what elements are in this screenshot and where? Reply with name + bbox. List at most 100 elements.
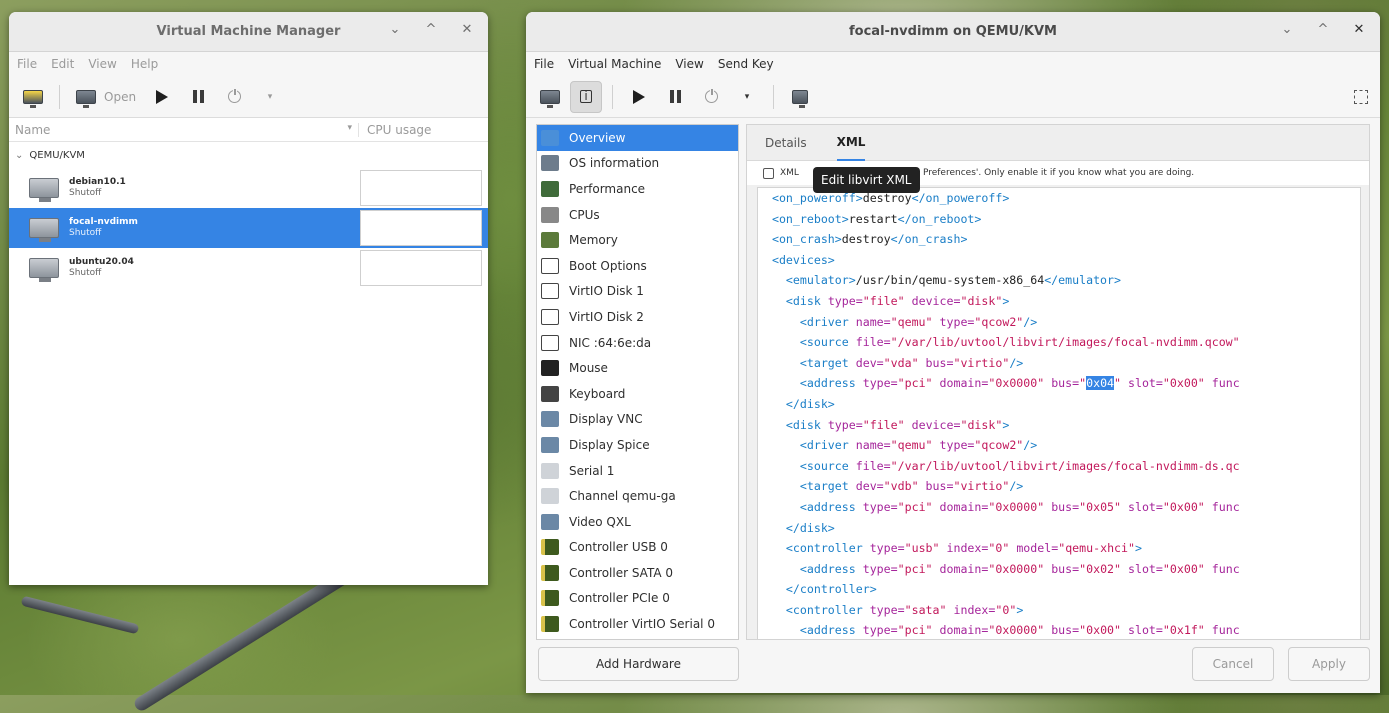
cpu-column-header[interactable]: CPU usage <box>358 122 488 137</box>
xml-token: "usb" <box>904 541 940 556</box>
run-button[interactable] <box>146 81 178 113</box>
add-hardware-button[interactable]: Add Hardware <box>538 647 739 681</box>
details-button[interactable]: i <box>570 80 602 113</box>
sidebar-item-boot-options[interactable]: Boot Options <box>537 253 738 279</box>
vm-state: Shutoff <box>69 268 102 278</box>
sidebar-item-serial-1[interactable]: Serial 1 <box>537 458 738 484</box>
menu-virtual-machine[interactable]: Virtual Machine <box>568 57 661 71</box>
sidebar-item-display-spice[interactable]: Display Spice <box>537 432 738 458</box>
xml-token: </emulator> <box>1044 273 1121 288</box>
connection-group[interactable]: ⌄ QEMU/KVM <box>9 142 488 168</box>
play-icon <box>156 89 169 104</box>
new-vm-button[interactable] <box>17 81 49 113</box>
menu-view[interactable]: View <box>88 57 116 71</box>
vm-details-window: focal-nvdimm on QEMU/KVM ⌄ ^ ✕ File Virt… <box>526 12 1380 693</box>
shutdown-menu-button[interactable]: ▾ <box>731 81 763 113</box>
xml-token: type= <box>820 293 863 308</box>
vm-row[interactable]: focal-nvdimm Shutoff <box>9 208 488 248</box>
tab-xml[interactable]: XML <box>836 125 866 161</box>
sidebar-item-controller-sata-0[interactable]: Controller SATA 0 <box>537 560 738 586</box>
maximize-icon[interactable]: ^ <box>1314 22 1332 37</box>
xml-token: "pci" <box>897 561 933 576</box>
vm-row[interactable]: ubuntu20.04 Shutoff <box>9 248 488 288</box>
menu-view[interactable]: View <box>675 57 703 71</box>
toolbar: i ▾ <box>526 76 1380 118</box>
chevron-down-icon: ▾ <box>267 91 273 102</box>
snapshots-button[interactable] <box>784 81 816 113</box>
close-icon[interactable]: ✕ <box>458 22 476 37</box>
shutdown-button[interactable] <box>218 81 250 113</box>
menu-send-key[interactable]: Send Key <box>718 57 774 71</box>
maximize-icon[interactable]: ^ <box>422 22 440 37</box>
sidebar-item-controller-pcie-0[interactable]: Controller PCIe 0 <box>537 586 738 612</box>
sidebar-item-label: Controller PCIe 0 <box>569 591 670 606</box>
xml-line: <address type="pci" domain="0x0000" bus=… <box>758 559 1360 580</box>
open-button[interactable]: Open <box>70 81 142 113</box>
shutdown-menu-button[interactable]: ▾ <box>254 81 286 113</box>
minimize-icon[interactable]: ⌄ <box>386 22 404 37</box>
shutdown-button[interactable] <box>695 81 727 113</box>
sidebar-item-mouse[interactable]: Mouse <box>537 355 738 381</box>
apply-button[interactable]: Apply <box>1288 647 1370 681</box>
tab-details[interactable]: Details <box>765 125 807 161</box>
close-icon[interactable]: ✕ <box>1350 22 1368 37</box>
run-button[interactable] <box>623 81 655 113</box>
details-body: Overview OS information Performance CPUs Mem… <box>526 118 1380 693</box>
xml-token: > <box>1016 602 1024 617</box>
xml-token: domain= <box>932 499 989 514</box>
vm-state: Shutoff <box>69 188 102 198</box>
sidebar-item-label: NIC :64:6e:da <box>569 335 652 350</box>
xml-edit-checkbox[interactable] <box>763 167 774 179</box>
sidebar-item-virtio-disk-1[interactable]: VirtIO Disk 1 <box>537 279 738 305</box>
power-icon <box>704 88 718 103</box>
sidebar-item-keyboard[interactable]: Keyboard <box>537 381 738 407</box>
sidebar-item-display-vnc[interactable]: Display VNC <box>537 407 738 433</box>
xml-token: domain= <box>932 376 989 391</box>
display-icon <box>541 411 559 428</box>
xml-line: </disk> <box>758 518 1360 539</box>
xml-token: "0x00" <box>1079 623 1122 638</box>
xml-token: <target <box>771 355 849 370</box>
xml-token: bus= <box>1044 499 1080 514</box>
minimize-icon[interactable]: ⌄ <box>1278 22 1296 37</box>
xml-token: domain= <box>932 561 989 576</box>
sidebar-item-virtio-disk-2[interactable]: VirtIO Disk 2 <box>537 304 738 330</box>
menu-bar: File Edit View Help <box>9 52 488 76</box>
name-column-header[interactable]: Name ▾ <box>9 123 358 137</box>
controller-icon <box>541 564 559 581</box>
pause-button[interactable] <box>182 81 214 113</box>
keyboard-icon <box>541 385 559 402</box>
disk-icon <box>541 283 559 300</box>
vm-row[interactable]: debian10.1 Shutoff <box>9 168 488 208</box>
sidebar-item-performance[interactable]: Performance <box>537 176 738 202</box>
xml-token: name= <box>848 314 891 329</box>
sidebar-item-memory[interactable]: Memory <box>537 227 738 253</box>
cancel-button[interactable]: Cancel <box>1192 647 1274 681</box>
sidebar-item-cpus[interactable]: CPUs <box>537 202 738 228</box>
xml-editor[interactable]: <on_poweroff>destroy</on_poweroff> <on_r… <box>757 187 1361 639</box>
sidebar-item-controller-usb-0[interactable]: Controller USB 0 <box>537 535 738 561</box>
sidebar-item-video-qxl[interactable]: Video QXL <box>537 509 738 535</box>
snapshots-icon <box>792 89 808 108</box>
menu-file[interactable]: File <box>534 57 554 71</box>
xml-token: <on_poweroff> <box>771 191 863 205</box>
fullscreen-icon[interactable] <box>1354 89 1368 104</box>
pause-button[interactable] <box>659 81 691 113</box>
menu-edit[interactable]: Edit <box>51 57 74 71</box>
console-button[interactable] <box>534 81 566 113</box>
xml-token: type= <box>932 438 975 453</box>
sidebar-item-nic-64-6e-da[interactable]: NIC :64:6e:da <box>537 330 738 356</box>
xml-token: /> <box>1009 355 1024 370</box>
sidebar-item-controller-virtio-serial-0[interactable]: Controller VirtIO Serial 0 <box>537 611 738 637</box>
sidebar-item-label: Overview <box>569 130 626 145</box>
menu-help[interactable]: Help <box>131 57 158 71</box>
xml-token: "pci" <box>897 376 933 391</box>
sidebar-item-channel-qemu-ga[interactable]: Channel qemu-ga <box>537 483 738 509</box>
menu-file[interactable]: File <box>17 57 37 71</box>
sidebar-item-overview[interactable]: Overview <box>537 125 738 151</box>
sidebar-item-os-information[interactable]: OS information <box>537 151 738 177</box>
sidebar-item-label: Boot Options <box>569 258 647 273</box>
xml-token: slot= <box>1121 499 1163 514</box>
xml-token: <driver <box>771 438 849 453</box>
xml-token: <source <box>771 335 849 350</box>
